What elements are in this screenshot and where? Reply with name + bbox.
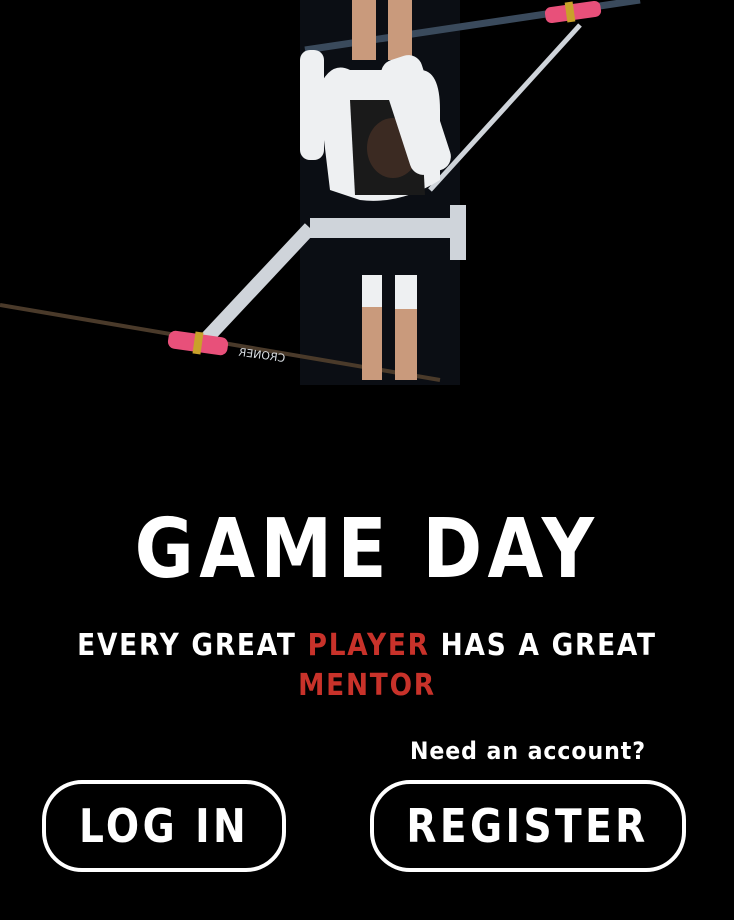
boat-frame — [450, 205, 466, 260]
rower-leg — [352, 0, 376, 60]
tagline-accent-mentor: MENTOR — [298, 668, 436, 703]
rower-arm — [300, 50, 324, 160]
login-button[interactable]: LOG IN — [42, 780, 286, 872]
need-account-label: Need an account? — [409, 737, 646, 765]
rower-leg — [388, 0, 412, 60]
register-button-label: REGISTER — [406, 799, 650, 853]
hero-image: CRONER — [0, 0, 734, 400]
page-title: GAME DAY — [134, 502, 600, 597]
register-button[interactable]: REGISTER — [370, 780, 686, 872]
login-button-label: LOG IN — [78, 799, 250, 853]
tagline-accent-player: PLAYER — [307, 628, 430, 663]
tagline-text: HAS A GREAT — [429, 628, 657, 663]
boat-frame — [310, 218, 460, 238]
tagline: EVERY GREAT PLAYER HAS A GREAT MENTOR — [44, 626, 690, 706]
rower-sock — [395, 275, 417, 309]
rower-illustration: CRONER — [0, 0, 734, 400]
tagline-text: EVERY GREAT — [77, 628, 308, 663]
rower-sock — [362, 275, 382, 307]
